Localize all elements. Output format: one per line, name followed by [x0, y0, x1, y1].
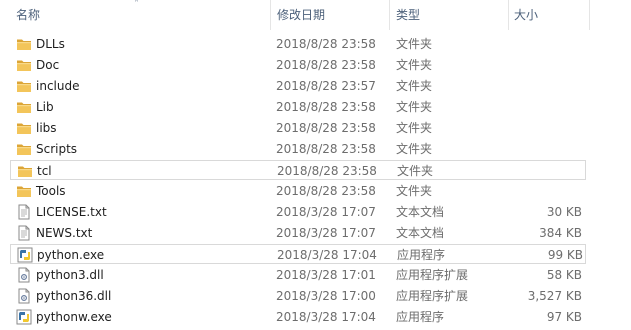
file-row[interactable]: Doc 2018/8/28 23:58 文件夹: [10, 55, 586, 75]
file-size: [516, 181, 582, 201]
file-name: Doc: [36, 58, 60, 72]
file-name: Tools: [36, 184, 66, 198]
file-size: [516, 55, 582, 75]
column-header-name[interactable]: 名称: [16, 0, 40, 30]
file-date: 2018/3/28 17:01: [276, 268, 376, 282]
folder-icon: [17, 163, 33, 179]
folder-icon: [16, 36, 32, 52]
file-row[interactable]: libs 2018/8/28 23:58 文件夹: [10, 118, 586, 138]
file-date: 2018/8/28 23:58: [276, 142, 376, 156]
file-size: [516, 139, 582, 159]
file-type: 文件夹: [396, 184, 433, 198]
text-file-icon: [16, 225, 32, 241]
file-type: 应用程序: [397, 248, 446, 262]
file-date: 2018/3/28 17:07: [276, 226, 376, 240]
file-date: 2018/8/28 23:58: [276, 121, 376, 135]
file-size: 58 KB: [546, 268, 582, 282]
file-row[interactable]: python36.dll 2018/3/28 17:00 应用程序扩展 3,527 K…: [10, 286, 586, 306]
file-row[interactable]: NEWS.txt 2018/3/28 17:07 文本文档 384 KB: [10, 223, 586, 243]
folder-icon: [16, 120, 32, 136]
file-type: 文件夹: [396, 100, 433, 114]
file-row[interactable]: pythonw.exe 2018/3/28 17:04 应用程序 97 KB: [10, 307, 586, 327]
folder-icon: [16, 99, 32, 115]
file-size: [516, 118, 582, 138]
file-row[interactable]: Tools 2018/8/28 23:58 文件夹: [10, 181, 586, 201]
file-date: 2018/3/28 17:04: [277, 248, 377, 262]
file-type: 文件夹: [396, 121, 433, 135]
file-size: [516, 76, 582, 96]
file-type: 文件夹: [396, 142, 433, 156]
file-size: 3,527 KB: [527, 289, 582, 303]
file-date: 2018/8/28 23:58: [276, 184, 376, 198]
file-type: 文件夹: [396, 37, 433, 51]
file-date: 2018/8/28 23:58: [276, 100, 376, 114]
python-exe-icon: [17, 247, 33, 263]
file-type: 文本文档: [396, 205, 445, 219]
file-size: 97 KB: [546, 310, 582, 324]
file-name: NEWS.txt: [36, 226, 93, 240]
column-header-date[interactable]: 修改日期: [277, 0, 325, 30]
file-size: 99 KB: [547, 248, 583, 262]
folder-icon: [16, 78, 32, 94]
file-name: python3.dll: [36, 268, 104, 282]
file-date: 2018/3/28 17:07: [276, 205, 376, 219]
column-divider[interactable]: [589, 0, 590, 30]
file-name: Lib: [36, 100, 54, 114]
file-size: [516, 34, 582, 54]
file-size: 384 KB: [539, 226, 582, 240]
file-type: 应用程序: [396, 310, 445, 324]
file-row[interactable]: Scripts 2018/8/28 23:58 文件夹: [10, 139, 586, 159]
folder-icon: [16, 183, 32, 199]
file-size: [517, 161, 583, 181]
file-type: 文件夹: [397, 164, 434, 178]
file-type: 应用程序扩展: [396, 268, 469, 282]
file-type: 文件夹: [396, 79, 433, 93]
text-file-icon: [16, 204, 32, 220]
dll-file-icon: [16, 267, 32, 283]
folder-icon: [16, 141, 32, 157]
column-divider[interactable]: [270, 0, 271, 30]
file-row[interactable]: DLLs 2018/8/28 23:58 文件夹: [10, 34, 586, 54]
file-size: [516, 97, 582, 117]
file-row[interactable]: tcl 2018/8/28 23:58 文件夹: [10, 160, 586, 180]
column-header-size[interactable]: 大小: [514, 0, 538, 30]
file-name: tcl: [37, 164, 52, 178]
file-name: pythonw.exe: [36, 310, 112, 324]
file-date: 2018/8/28 23:58: [277, 164, 377, 178]
file-name: python36.dll: [36, 289, 112, 303]
file-date: 2018/8/28 23:58: [276, 58, 376, 72]
sort-ascending-icon: ˄: [134, 0, 139, 10]
file-name: LICENSE.txt: [36, 205, 107, 219]
column-header-type[interactable]: 类型: [396, 0, 420, 30]
file-row[interactable]: python.exe 2018/3/28 17:04 应用程序 99 KB: [10, 244, 586, 264]
column-header: ˄ 名称 修改日期 类型 大小: [0, 0, 631, 30]
file-name: libs: [36, 121, 57, 135]
file-date: 2018/8/28 23:58: [276, 37, 376, 51]
file-row[interactable]: python3.dll 2018/3/28 17:01 应用程序扩展 58 KB: [10, 265, 586, 285]
file-size: 30 KB: [546, 205, 582, 219]
file-name: Scripts: [36, 142, 78, 156]
file-date: 2018/3/28 17:04: [276, 310, 376, 324]
file-type: 文件夹: [396, 58, 433, 72]
file-row[interactable]: Lib 2018/8/28 23:58 文件夹: [10, 97, 586, 117]
column-divider[interactable]: [389, 0, 390, 30]
file-name: DLLs: [36, 37, 65, 51]
dll-file-icon: [16, 288, 32, 304]
file-name: include: [36, 79, 80, 93]
file-type: 应用程序扩展: [396, 289, 469, 303]
file-type: 文本文档: [396, 226, 445, 240]
file-row[interactable]: LICENSE.txt 2018/3/28 17:07 文本文档 30 KB: [10, 202, 586, 222]
file-date: 2018/8/28 23:57: [276, 79, 376, 93]
folder-icon: [16, 57, 32, 73]
file-row[interactable]: include 2018/8/28 23:57 文件夹: [10, 76, 586, 96]
file-date: 2018/3/28 17:00: [276, 289, 376, 303]
file-name: python.exe: [37, 248, 105, 262]
column-divider[interactable]: [508, 0, 509, 30]
python-exe-icon: [16, 309, 32, 325]
